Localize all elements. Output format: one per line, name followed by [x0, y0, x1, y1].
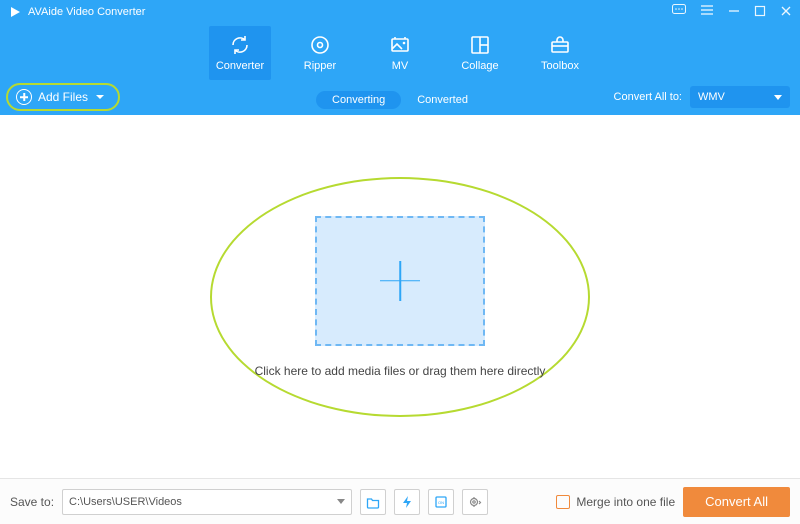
- tab-label: Collage: [461, 60, 498, 72]
- save-to-label: Save to:: [10, 495, 54, 509]
- image-icon: [389, 34, 411, 56]
- tab-toolbox[interactable]: Toolbox: [529, 26, 591, 80]
- merge-label: Merge into one file: [576, 495, 675, 509]
- header: AVAide Video Converter: [0, 0, 800, 115]
- tab-label: Toolbox: [541, 60, 579, 72]
- footer: Save to: C:\Users\USER\Videos ON Merge i…: [0, 478, 800, 524]
- tab-mv[interactable]: MV: [369, 26, 431, 80]
- window-controls: [672, 3, 792, 21]
- chevron-down-icon: [96, 95, 104, 99]
- dropzone-box: [315, 216, 485, 346]
- convert-icon: [229, 34, 251, 56]
- boost-button[interactable]: [394, 489, 420, 515]
- disc-icon: [309, 34, 331, 56]
- tab-label: Ripper: [304, 60, 336, 72]
- conversion-status-tabs: Converting Converted: [316, 91, 484, 109]
- tab-collage[interactable]: Collage: [449, 26, 511, 80]
- save-to-path-select[interactable]: C:\Users\USER\Videos: [62, 489, 352, 515]
- maximize-button[interactable]: [754, 5, 766, 19]
- grid-icon: [469, 34, 491, 56]
- close-button[interactable]: [780, 5, 792, 19]
- play-triangle-icon: [8, 5, 22, 19]
- convert-all-to: Convert All to: WMV: [614, 86, 790, 108]
- svg-text:ON: ON: [438, 500, 444, 505]
- app-window: AVAide Video Converter: [0, 0, 800, 524]
- output-format-select[interactable]: WMV: [690, 86, 790, 108]
- chevron-down-icon: [774, 95, 782, 100]
- feedback-icon[interactable]: [672, 3, 686, 21]
- chevron-down-icon: [337, 499, 345, 504]
- convert-all-label: Convert All: [705, 494, 768, 509]
- titlebar: AVAide Video Converter: [0, 0, 800, 24]
- toolbox-icon: [549, 34, 571, 56]
- settings-button[interactable]: [462, 489, 488, 515]
- tab-label: MV: [392, 60, 409, 72]
- gpu-accel-button[interactable]: ON: [428, 489, 454, 515]
- merge-into-one-file[interactable]: Merge into one file: [556, 495, 675, 509]
- menu-icon[interactable]: [700, 3, 714, 21]
- convert-all-button[interactable]: Convert All: [683, 487, 790, 517]
- dropzone[interactable]: Click here to add media files or drag th…: [210, 177, 590, 417]
- checkbox-icon: [556, 495, 570, 509]
- dropzone-hint: Click here to add media files or drag th…: [255, 364, 546, 378]
- tab-label: Converter: [216, 60, 264, 72]
- add-files-label: Add Files: [38, 90, 88, 104]
- convert-all-to-label: Convert All to:: [614, 91, 682, 103]
- segment-converted[interactable]: Converted: [401, 91, 484, 109]
- open-folder-button[interactable]: [360, 489, 386, 515]
- subbar: Add Files Converting Converted Convert A…: [0, 80, 800, 114]
- app-title: AVAide Video Converter: [28, 6, 145, 18]
- tab-converter[interactable]: Converter: [209, 26, 271, 80]
- minimize-button[interactable]: [728, 5, 740, 19]
- app-logo: AVAide Video Converter: [8, 5, 145, 19]
- add-files-button[interactable]: Add Files: [6, 83, 120, 111]
- segment-converting[interactable]: Converting: [316, 91, 401, 109]
- main-area: Click here to add media files or drag th…: [0, 115, 800, 478]
- mode-tabs: Converter Ripper MV Collage: [0, 26, 800, 80]
- plus-icon: [380, 261, 420, 301]
- save-to-path-value: C:\Users\USER\Videos: [69, 496, 182, 508]
- plus-circle-icon: [16, 89, 32, 105]
- tab-ripper[interactable]: Ripper: [289, 26, 351, 80]
- output-format-value: WMV: [698, 91, 725, 103]
